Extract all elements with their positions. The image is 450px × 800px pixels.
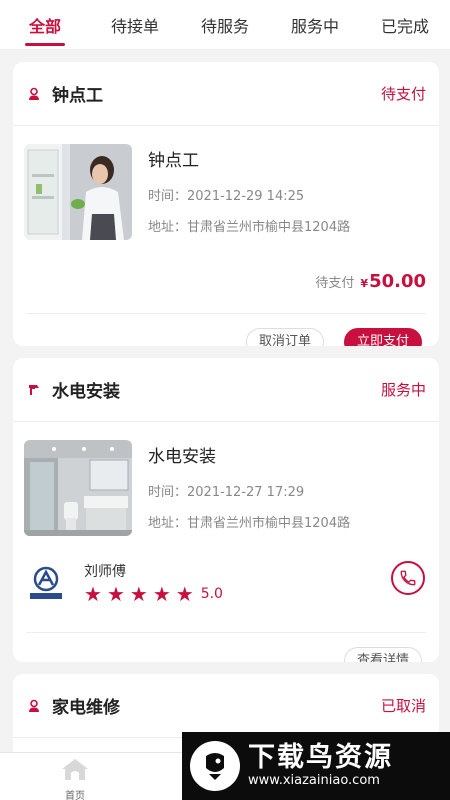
service-address: 地址：甘肃省兰州市榆中县1204路 <box>148 220 351 235</box>
star-icon: ★ <box>106 582 125 606</box>
watermark-banner: 下载鸟资源 www.xiazainiao.com <box>182 732 450 800</box>
service-name: 钟点工 <box>148 151 199 171</box>
order-category: 钟点工 <box>52 86 103 106</box>
nav-home-label: 首页 <box>65 791 85 800</box>
star-icon: ★ <box>84 582 102 606</box>
cancel-order-button[interactable]: 取消订单 <box>245 328 324 346</box>
order-card-header: 水电安装 服务中 <box>13 358 439 422</box>
service-time: 时间：2021-12-27 17:29 <box>148 485 305 500</box>
service-time: 时间：2021-12-29 14:25 <box>148 189 305 204</box>
order-category: 水电安装 <box>52 382 120 402</box>
order-card[interactable]: 钟点工 待支付 钟点工 时间：2021-12-29 14:25 地址：甘肃省兰州… <box>13 62 439 346</box>
service-address: 地址：甘肃省兰州市榆中县1204路 <box>148 516 351 531</box>
rating-stars: ★ ★ ★ ★ ★ 5.0 <box>84 584 223 604</box>
service-image <box>24 440 132 536</box>
hammer-icon <box>26 382 42 398</box>
divider <box>26 632 426 633</box>
amount-label: 待支付 <box>315 276 355 291</box>
order-status: 已取消 <box>380 697 426 715</box>
service-image <box>24 144 132 240</box>
person-icon <box>26 86 42 102</box>
order-status-tabs: 全部 待接单 待服务 服务中 已完成 <box>0 0 450 50</box>
worker-name: 刘师傅 <box>84 564 126 580</box>
pay-now-button[interactable]: 立即支付 <box>343 328 422 346</box>
phone-call-button[interactable] <box>391 561 425 595</box>
order-card[interactable]: 水电安装 服务中 水电安装 时间：2021-12-27 17:29 地址：甘肃省… <box>13 358 439 662</box>
currency-symbol: ¥ <box>360 277 369 290</box>
order-card-header: 家电维修 已取消 <box>13 674 439 738</box>
order-status: 服务中 <box>380 381 426 399</box>
view-details-button[interactable]: 查看详情 <box>343 647 422 662</box>
worker-info: 刘师傅 ★ ★ ★ ★ ★ 5.0 <box>13 543 439 604</box>
order-amount: 50.00 <box>369 271 426 292</box>
order-card-header: 钟点工 待支付 <box>13 62 439 126</box>
tab-in-service[interactable]: 服务中 <box>270 0 360 50</box>
service-name: 水电安装 <box>148 447 216 467</box>
star-icon: ★ <box>175 582 194 606</box>
watermark-title: 下载鸟资源 <box>248 742 393 773</box>
nav-home[interactable]: 首页 <box>50 757 100 800</box>
watermark-logo-icon <box>190 741 240 791</box>
tab-pending-service[interactable]: 待服务 <box>180 0 270 50</box>
star-icon: ★ <box>129 582 148 606</box>
person-icon <box>26 698 42 714</box>
tab-completed[interactable]: 已完成 <box>360 0 450 50</box>
tab-all[interactable]: 全部 <box>0 0 90 50</box>
star-icon: ★ <box>152 582 171 606</box>
watermark-url: www.xiazainiao.com <box>248 773 380 788</box>
rating-value: 5.0 <box>200 586 223 602</box>
company-logo <box>26 563 66 603</box>
phone-icon <box>400 570 416 586</box>
tab-pending-accept[interactable]: 待接单 <box>90 0 180 50</box>
home-icon <box>62 759 88 780</box>
order-status: 待支付 <box>380 85 426 103</box>
divider <box>26 313 426 314</box>
order-category: 家电维修 <box>52 698 120 718</box>
